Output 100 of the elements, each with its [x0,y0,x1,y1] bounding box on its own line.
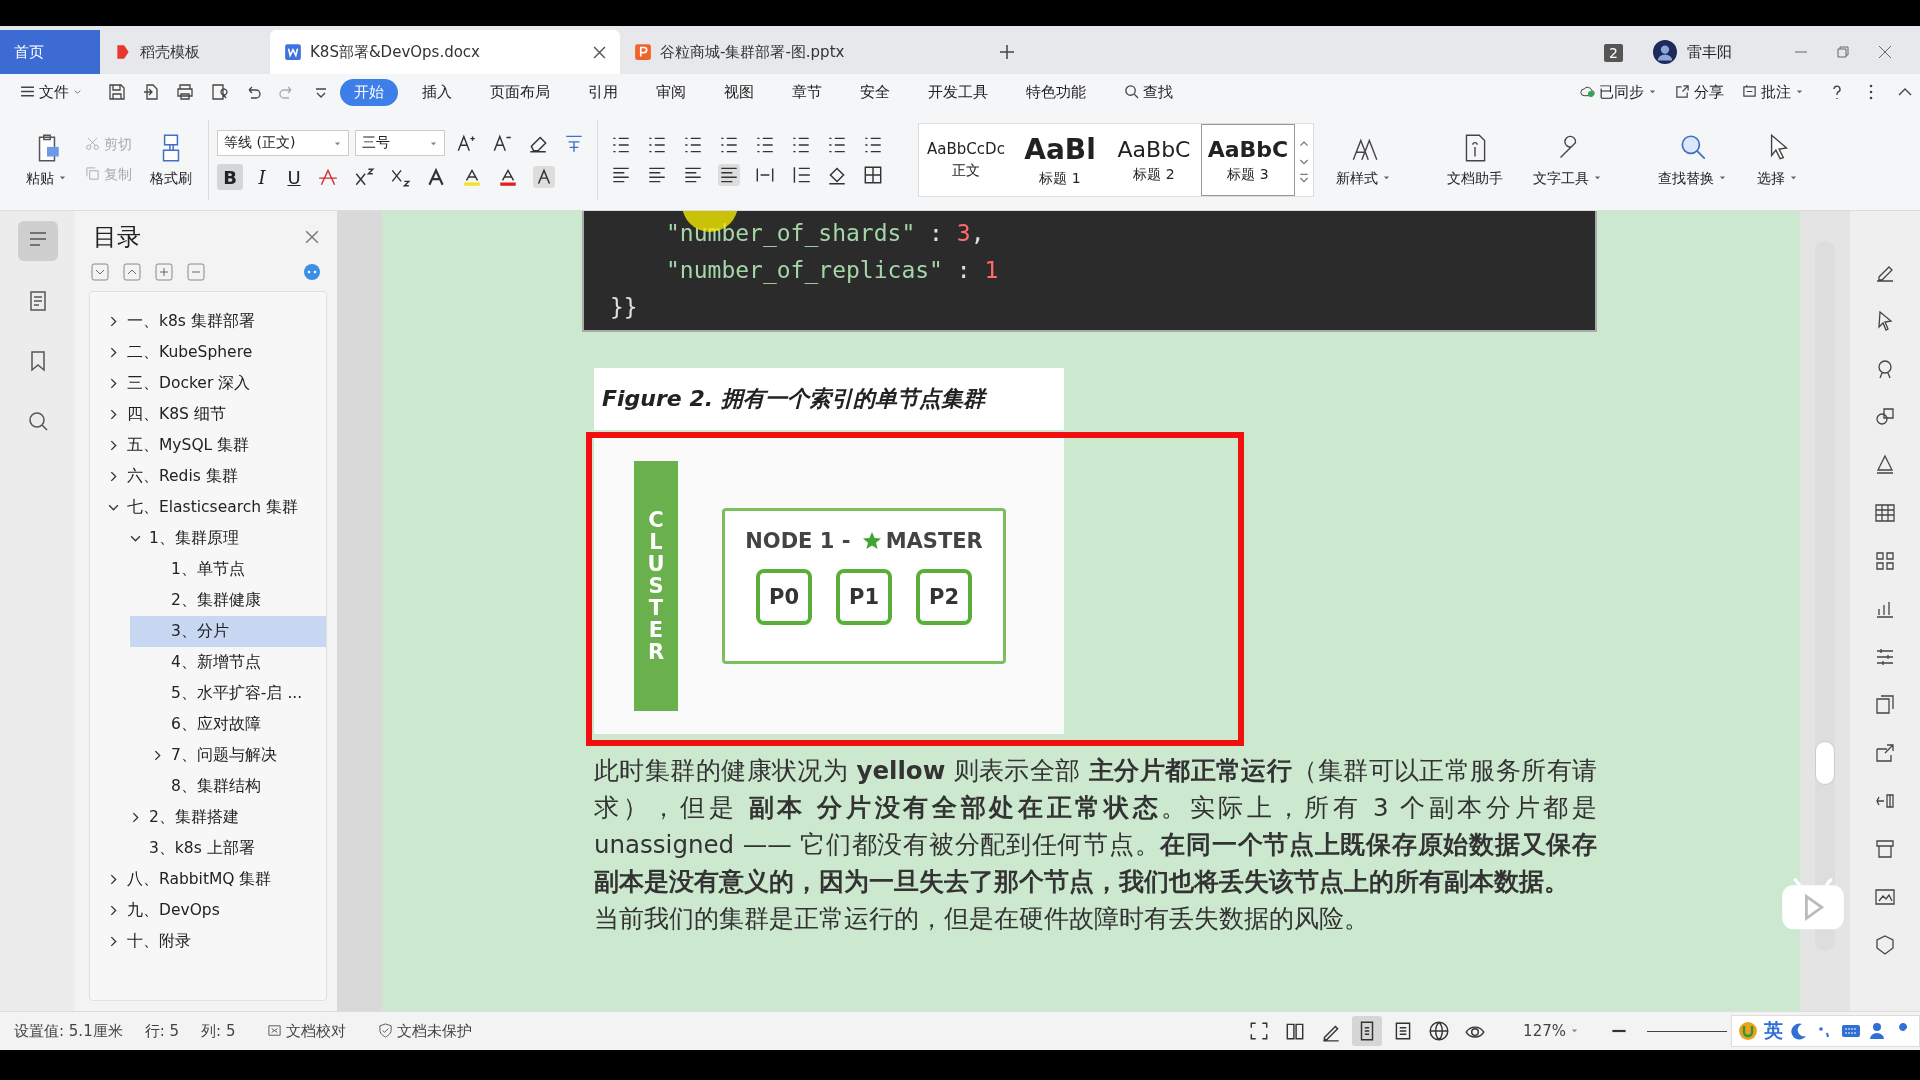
border-icon[interactable] [862,164,884,186]
side-tool-icon[interactable] [1873,501,1897,525]
input-method-logo-icon[interactable] [1738,1021,1758,1041]
input-mode-label[interactable]: 英 [1764,1018,1783,1044]
font-size-select[interactable]: 三号 [355,130,445,156]
format-button[interactable]: U [281,164,307,190]
ribbon-tab[interactable]: 引用 [574,78,632,106]
outline-item[interactable]: 五、MySQL 集群 [90,430,326,461]
superscript-icon[interactable] [353,166,375,188]
outline-item[interactable]: 4、新增节点 [130,647,326,678]
outline-item[interactable]: 3、k8s 上部署 [90,833,326,864]
save-icon[interactable] [107,82,127,102]
style-preset[interactable]: AaBl 标题 1 [1013,124,1107,196]
outline-item[interactable]: 2、集群搭建 [90,802,326,833]
cloud-icon[interactable] [303,263,321,281]
ribbon-tab[interactable]: 视图 [710,78,768,106]
outline-control-icon[interactable] [123,263,141,281]
format-button[interactable]: B [217,164,243,190]
ribbon-tab[interactable]: 开始 [340,78,398,106]
outline-item[interactable]: 七、Elasticsearch 集群 [90,492,326,523]
close-icon[interactable] [593,45,606,59]
chevron-icon[interactable] [108,874,119,885]
character-shading-icon[interactable] [533,166,555,188]
style-preset[interactable]: AaBbCcDc 正文 [919,124,1013,196]
print-icon[interactable] [175,82,195,102]
ribbon-tab[interactable]: 安全 [846,78,904,106]
ribbon-tool-button[interactable]: 新样式 [1328,132,1399,188]
comment-button[interactable]: 批注 [1742,82,1804,102]
outline-item[interactable]: 六、Redis 集群 [90,461,326,492]
chevron-icon[interactable] [108,905,119,916]
document-tab[interactable]: 稻壳模板 [100,30,270,74]
style-preset[interactable]: AaBbC 标题 3 [1201,124,1295,196]
ribbon-tool-button[interactable]: 文字工具 [1525,132,1610,188]
outline-item[interactable]: 8、集群结构 [130,771,326,802]
outline-item[interactable]: 二、KubeSphere [90,337,326,368]
outline-item[interactable]: 三、Docker 深入 [90,368,326,399]
outline-item[interactable]: 3、分片 [130,616,326,647]
ribbon-tab[interactable]: 开发工具 [914,78,1002,106]
avatar-icon[interactable] [1653,40,1677,64]
outline-item[interactable]: 5、水平扩容-启 ... [130,678,326,709]
outline-item[interactable]: 一、k8s 集群部署 [90,306,326,337]
print-preview-icon[interactable] [209,82,229,102]
scroll-thumb[interactable] [1815,741,1835,785]
ribbon-tab[interactable]: 页面布局 [476,78,564,106]
grow-font-icon[interactable] [455,132,477,154]
chevron-icon[interactable] [108,471,119,482]
outline-icon[interactable] [17,221,58,261]
style-preset[interactable]: AaBbC 标题 2 [1107,124,1201,196]
window-count-badge[interactable]: 2 [1604,44,1623,62]
ribbon-tab[interactable]: 审阅 [642,78,700,106]
share-button[interactable]: 分享 [1675,82,1724,102]
outline-item[interactable]: 八、RabbitMQ 集群 [90,864,326,895]
document-tab[interactable]: K8S部署&DevOps.docx [270,30,620,74]
user-name[interactable]: 雷丰阳 [1687,43,1732,62]
document-tab[interactable]: 首页 [0,30,100,74]
export-icon[interactable] [141,82,161,102]
shrink-font-icon[interactable] [491,132,513,154]
outline-item[interactable]: 九、DevOps [90,895,326,926]
ribbon-tab[interactable]: 特色功能 [1012,78,1100,106]
ribbon-tab[interactable]: 章节 [778,78,836,106]
view-mode-icon[interactable] [1352,1016,1383,1046]
side-tool-icon[interactable] [1873,741,1897,765]
chevron-icon[interactable] [108,378,119,389]
outline-item[interactable]: 十、附录 [90,926,326,957]
moon-icon[interactable] [1789,1021,1809,1041]
chevron-icon[interactable] [130,812,141,823]
ribbon-tab[interactable]: 插入 [408,78,466,106]
outline-item[interactable]: 四、K8S 细节 [90,399,326,430]
restore-icon[interactable] [1836,45,1850,59]
chevron-icon[interactable] [108,440,119,451]
ribbon-tool-button[interactable]: 文档助手 [1439,132,1511,188]
align-icon[interactable] [718,164,740,186]
user-icon[interactable] [1867,1021,1887,1041]
add-icon[interactable] [1000,45,1014,59]
chevron-icon[interactable] [108,409,119,420]
search-button[interactable]: 查找 [1110,78,1187,106]
ribbon-tool-button[interactable]: 选择 [1749,132,1806,188]
chevron-icon[interactable] [108,502,119,513]
outline-item[interactable]: 1、单节点 [130,554,326,585]
paste-button[interactable]: 粘贴 [18,132,75,188]
outline-item[interactable]: 6、应对故障 [130,709,326,740]
chevron-icon[interactable] [108,316,119,327]
protect-button[interactable]: 文档未保护 [378,1021,473,1041]
document-tab[interactable]: 谷粒商城-集群部署-图.pptx [620,30,990,74]
chevron-icon[interactable] [130,533,141,544]
chevron-icon[interactable] [152,750,163,761]
format-button[interactable]: I [249,164,275,190]
outline-item[interactable]: 2、集群健康 [130,585,326,616]
outline-control-icon[interactable] [91,263,109,281]
side-tool-icon[interactable] [1873,693,1897,717]
ribbon-tool-button[interactable]: 查找替换 [1650,132,1735,188]
close-icon[interactable] [305,230,319,244]
zoom-level[interactable]: 127% [1523,1022,1579,1040]
file-menu[interactable]: 文件 [20,82,82,102]
input-method-toolbar[interactable]: 英 [1731,1015,1920,1047]
chevron-icon[interactable] [108,936,119,947]
format-painter-button[interactable]: 格式刷 [142,132,200,188]
chevron-icon[interactable] [108,347,119,358]
close-icon[interactable] [1878,45,1892,59]
proofread-button[interactable]: 文档校对 [267,1021,347,1041]
